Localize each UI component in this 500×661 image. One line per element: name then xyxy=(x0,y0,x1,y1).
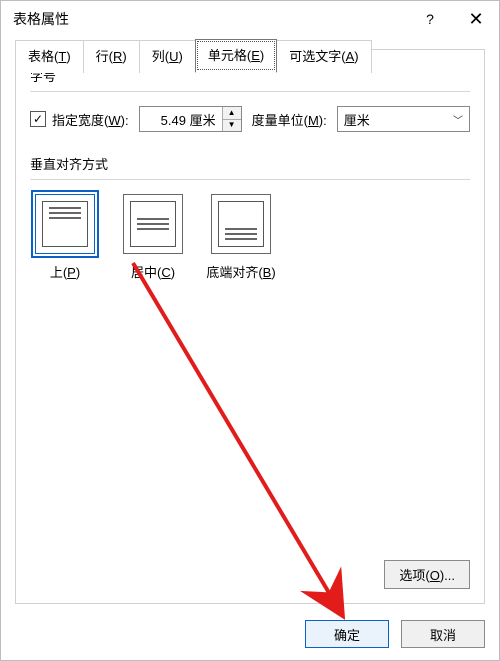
valign-bottom-icon xyxy=(211,194,271,254)
dialog-title: 表格属性 xyxy=(13,9,407,29)
spinner-up-icon[interactable]: ▲ xyxy=(223,107,241,120)
table-properties-dialog: 表格属性 ? ✕ 表格(T) 行(R) 列(U) 单元格(E) 可选文字(A) … xyxy=(0,0,500,661)
width-spinner[interactable]: ▲ ▼ xyxy=(139,106,242,132)
valign-bottom[interactable]: 底端对齐(B) xyxy=(206,194,276,281)
unit-select[interactable]: 厘米 ﹀ xyxy=(337,106,470,132)
spinner-buttons: ▲ ▼ xyxy=(222,107,241,131)
width-input[interactable] xyxy=(140,107,222,131)
checkbox-icon: ✓ xyxy=(30,111,46,127)
help-icon[interactable]: ? xyxy=(407,11,453,27)
unit-label: 度量单位(M): xyxy=(252,110,327,129)
tab-cell[interactable]: 单元格(E) xyxy=(195,39,277,72)
preferred-width-checkbox[interactable]: ✓ 指定宽度(W): xyxy=(30,110,129,129)
tab-column[interactable]: 列(U) xyxy=(139,40,196,73)
tab-bar: 表格(T) 行(R) 列(U) 单元格(E) 可选文字(A) xyxy=(15,39,371,72)
tab-row[interactable]: 行(R) xyxy=(83,40,140,73)
divider xyxy=(30,91,470,92)
options-button[interactable]: 选项(O)... xyxy=(384,560,470,589)
unit-value: 厘米 xyxy=(344,110,370,129)
size-row: ✓ 指定宽度(W): ▲ ▼ 度量单位(M): 厘米 ﹀ xyxy=(30,106,470,132)
valign-center[interactable]: 居中(C) xyxy=(118,194,188,281)
titlebar: 表格属性 ? ✕ xyxy=(1,1,499,37)
valign-center-icon xyxy=(123,194,183,254)
close-icon[interactable]: ✕ xyxy=(453,10,499,28)
dialog-body: 字号 ✓ 指定宽度(W): ▲ ▼ 度量单位(M): 厘米 xyxy=(15,49,485,604)
valign-top-icon xyxy=(35,194,95,254)
cancel-button[interactable]: 取消 xyxy=(401,620,485,648)
spinner-down-icon[interactable]: ▼ xyxy=(223,120,241,132)
ok-button[interactable]: 确定 xyxy=(305,620,389,648)
chevron-down-icon: ﹀ xyxy=(453,112,463,127)
valign-top[interactable]: 上(P) xyxy=(30,194,100,281)
tab-table[interactable]: 表格(T) xyxy=(15,40,84,73)
group-valign-label: 垂直对齐方式 xyxy=(30,154,470,173)
divider xyxy=(30,179,470,180)
valign-options: 上(P) 居中(C) xyxy=(30,194,470,281)
tab-alttext[interactable]: 可选文字(A) xyxy=(276,40,371,73)
dialog-footer: 确定 取消 xyxy=(305,620,485,648)
